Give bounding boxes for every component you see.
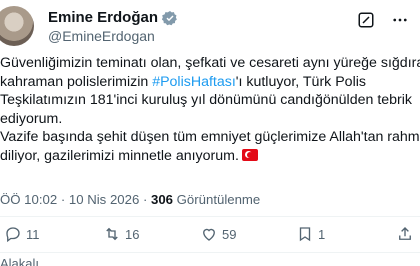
turkey-flag-icon [241, 148, 258, 161]
reply-count: 11 [26, 226, 40, 242]
like-count: 59 [222, 226, 237, 242]
retweet-count: 16 [125, 226, 140, 242]
bookmark-button[interactable]: 1 [296, 225, 325, 243]
author-name[interactable]: Emine Erdoğan [48, 9, 158, 26]
more-options-icon[interactable] [390, 10, 410, 30]
author-handle[interactable]: @EmineErdogan [48, 28, 155, 44]
timestamp[interactable]: ÖÖ 10:02 · 10 Nis 2026 · [0, 192, 151, 207]
bookmark-count: 1 [318, 226, 326, 242]
tweet-line: diliyor, gazilerimizi minnetle anıyorum. [0, 147, 420, 166]
share-button[interactable] [396, 225, 414, 243]
grok-icon[interactable] [356, 10, 376, 30]
tweet-text: Güvenliğimizin teminatı olan, şefkati ve… [0, 54, 420, 166]
bookmark-icon [299, 227, 311, 242]
tweet-line: Güvenliğimizin teminatı olan, şefkati ve… [0, 55, 420, 71]
action-bar: 11 16 59 1 [0, 225, 420, 247]
views-count: 306 [151, 192, 174, 207]
hashtag-link[interactable]: #PolisHaftası [152, 74, 236, 90]
tweet-meta: ÖÖ 10:02 · 10 Nis 2026 · 306 Görüntülenm… [0, 192, 260, 207]
reply-button[interactable]: 11 [4, 225, 40, 243]
retweet-icon [106, 227, 118, 241]
share-icon [399, 227, 411, 240]
tweet-line: kahraman polislerimizin #PolisHaftası'ı … [0, 73, 366, 90]
retweet-button[interactable]: 16 [103, 225, 139, 243]
avatar[interactable] [0, 6, 34, 46]
tweet-header: Emine Erdoğan @EmineErdogan [0, 0, 420, 50]
tweet-line: ediyorum. [0, 110, 63, 127]
views-label: Görüntülenme [173, 192, 261, 207]
tweet-line: Teşkilatımızın 181'inci kuruluş yıl dönü… [0, 92, 413, 109]
like-button[interactable]: 59 [200, 225, 236, 243]
author-name-row: Emine Erdoğan [48, 9, 178, 26]
verified-badge-icon [162, 10, 177, 25]
reply-icon [6, 227, 20, 243]
header-actions [356, 10, 410, 30]
tweet-line: Vazife başında şehit düşen tüm emniyet g… [0, 129, 420, 146]
divider [0, 216, 420, 217]
related-heading: Alakalı [0, 256, 40, 266]
divider [0, 252, 420, 253]
heart-icon [203, 228, 215, 241]
